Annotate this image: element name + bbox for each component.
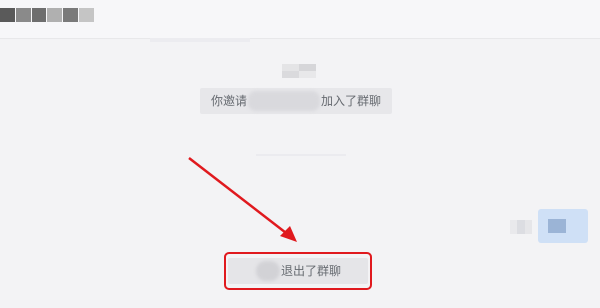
annotation-highlight-box: [224, 252, 372, 290]
invite-notice-prefix: 你邀请: [211, 94, 248, 108]
mosaic-cell: [79, 8, 94, 22]
invite-notice-suffix: 加入了群聊: [321, 94, 382, 108]
mosaic-cell: [524, 220, 532, 234]
mosaic-cell: [282, 71, 299, 78]
mosaic-cell: [31, 8, 47, 22]
chat-header: [0, 0, 600, 39]
timestamp-redacted: [282, 64, 316, 78]
message-content-redacted: [548, 219, 566, 233]
message-bubble-outgoing[interactable]: [538, 209, 588, 243]
sender-meta-redacted: [510, 220, 532, 234]
header-shadow: [150, 38, 250, 42]
mosaic-cell: [47, 8, 63, 22]
mosaic-cell: [299, 71, 316, 78]
mosaic-cell: [282, 64, 299, 71]
divider: [256, 154, 346, 156]
mosaic-cell: [510, 220, 518, 234]
chat-title-redacted: [0, 8, 95, 22]
mosaic-cell: [0, 8, 15, 22]
mosaic-cell: [299, 64, 316, 71]
mosaic-cell: [15, 8, 31, 22]
mosaic-cell: [63, 8, 79, 22]
invitee-name-redacted: [248, 91, 320, 111]
arrow-shaft: [188, 157, 291, 237]
system-notice-invite: 你邀请 加入了群聊: [200, 88, 392, 114]
arrow-head-icon: [280, 226, 297, 242]
mosaic-cell: [517, 220, 525, 234]
